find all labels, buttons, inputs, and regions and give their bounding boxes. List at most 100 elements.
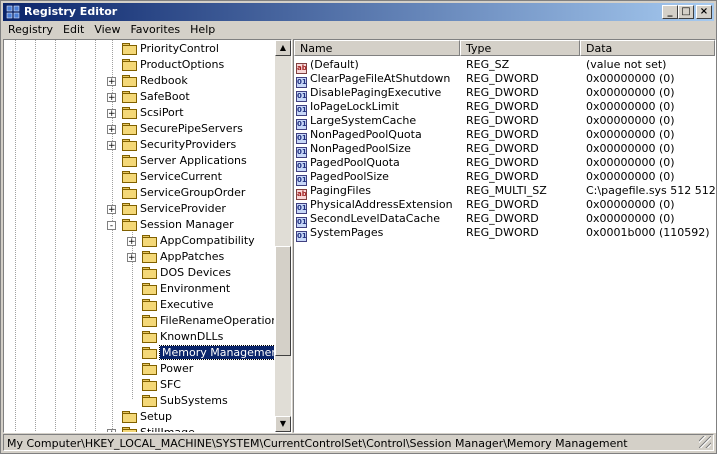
list-item[interactable]: 01 SystemPages REG_DWORD 0x0001b000 (110592… — [294, 226, 715, 242]
tree-item-setup[interactable]: Setup — [121, 409, 172, 425]
tree-item-safeboot[interactable]: SafeBoot — [121, 89, 190, 105]
value-name: PagingFiles — [310, 184, 372, 197]
menu-bar: Registry Edit View Favorites Help — [3, 21, 714, 39]
tree-item-label: ServiceCurrent — [140, 170, 222, 183]
folder-icon — [141, 378, 157, 391]
list-item[interactable]: ab (Default) REG_SZ (value not set) — [294, 58, 715, 74]
tree-item-servicecurrent[interactable]: ServiceCurrent — [121, 169, 222, 185]
resize-grip-icon[interactable] — [699, 436, 711, 448]
tree-item-dos-devices[interactable]: DOS Devices — [141, 265, 231, 281]
folder-icon — [141, 314, 157, 327]
expand-icon[interactable]: + — [107, 77, 116, 87]
expand-icon[interactable]: + — [107, 429, 116, 432]
value-type-cell: REG_DWORD — [466, 226, 539, 239]
list-item[interactable]: 01 PagedPoolSize REG_DWORD 0x00000000 (0) — [294, 170, 715, 186]
tree-item-memory-management[interactable]: Memory Management — [141, 345, 274, 361]
menu-registry[interactable]: Registry — [3, 21, 58, 39]
scroll-thumb[interactable] — [275, 246, 291, 356]
folder-icon — [121, 58, 137, 71]
folder-icon — [121, 106, 137, 119]
value-type-cell: REG_MULTI_SZ — [466, 184, 547, 197]
maximize-button[interactable]: □ — [678, 5, 694, 19]
column-header-name[interactable]: Name — [294, 40, 460, 56]
tree-item-label: FileRenameOperations — [160, 314, 274, 327]
tree-item-environment[interactable]: Environment — [141, 281, 230, 297]
column-header-data[interactable]: Data — [580, 40, 715, 56]
tree-item-servicegrouporder[interactable]: ServiceGroupOrder — [121, 185, 245, 201]
folder-icon — [141, 234, 157, 247]
folder-icon — [121, 202, 137, 215]
value-list-pane[interactable]: Name Type Data ab (Default) REG_SZ (value n… — [293, 39, 716, 433]
list-item[interactable]: 01 IoPageLockLimit REG_DWORD 0x00000000 (0) — [294, 100, 715, 116]
expand-icon[interactable]: + — [107, 205, 116, 215]
value-data-cell: C:\pagefile.sys 512 512 — [586, 184, 716, 197]
tree-item-label: DOS Devices — [160, 266, 231, 279]
menu-help[interactable]: Help — [185, 21, 220, 39]
tree-item-server-applications[interactable]: Server Applications — [121, 153, 247, 169]
expand-icon[interactable]: + — [107, 141, 116, 151]
tree-item-label: SubSystems — [160, 394, 228, 407]
tree-item-session-manager[interactable]: Session Manager — [121, 217, 234, 233]
tree-item-scsiport[interactable]: ScsiPort — [121, 105, 184, 121]
expand-icon[interactable]: + — [107, 93, 116, 103]
list-item[interactable]: 01 PhysicalAddressExtension REG_DWORD 0x000… — [294, 198, 715, 214]
expand-icon[interactable]: + — [107, 125, 116, 135]
tree-item-stillimage[interactable]: StillImage — [121, 425, 195, 432]
value-type-cell: REG_DWORD — [466, 72, 539, 85]
list-item[interactable]: 01 SecondLevelDataCache REG_DWORD 0x0000000… — [294, 212, 715, 228]
tree-item-prioritycontrol[interactable]: PriorityControl — [121, 41, 219, 57]
tree-item-label: Environment — [160, 282, 231, 295]
value-type-cell: REG_DWORD — [466, 212, 539, 225]
value-type-cell: REG_DWORD — [466, 86, 539, 99]
menu-edit[interactable]: Edit — [58, 21, 89, 39]
value-name: NonPagedPoolSize — [310, 142, 411, 155]
collapse-icon[interactable]: - — [107, 221, 116, 231]
tree-item-redbook[interactable]: Redbook — [121, 73, 188, 89]
tree-item-power[interactable]: Power — [141, 361, 193, 377]
scroll-up-button[interactable]: ▲ — [275, 40, 291, 56]
minimize-button[interactable]: _ — [662, 5, 678, 19]
menu-view[interactable]: View — [89, 21, 125, 39]
expand-icon[interactable]: + — [127, 253, 136, 263]
expand-icon[interactable]: + — [127, 237, 136, 247]
tree-item-label: PriorityControl — [140, 42, 219, 55]
list-item[interactable]: 01 DisablePagingExecutive REG_DWORD 0x00000… — [294, 86, 715, 102]
tree-item-productoptions[interactable]: ProductOptions — [121, 57, 224, 73]
tree-item-filerenameoperations[interactable]: FileRenameOperations — [141, 313, 274, 329]
tree-item-knowndlls[interactable]: KnownDLLs — [141, 329, 223, 345]
list-item[interactable]: 01 NonPagedPoolQuota REG_DWORD 0x00000000 (… — [294, 128, 715, 144]
key-tree: PriorityControl ProductOptions Redbook + Saf… — [4, 40, 274, 432]
value-name: PagedPoolQuota — [310, 156, 400, 169]
tree-item-securepipeservers[interactable]: SecurePipeServers — [121, 121, 243, 137]
value-type-cell: REG_DWORD — [466, 114, 539, 127]
folder-icon — [141, 298, 157, 311]
tree-item-serviceprovider[interactable]: ServiceProvider — [121, 201, 226, 217]
tree-item-appcompatibility[interactable]: AppCompatibility — [141, 233, 255, 249]
key-tree-pane[interactable]: PriorityControl ProductOptions Redbook + Saf… — [3, 39, 292, 433]
expand-icon[interactable]: + — [107, 109, 116, 119]
folder-icon — [141, 362, 157, 375]
tree-item-label: ScsiPort — [140, 106, 184, 119]
list-item[interactable]: ab PagingFiles REG_MULTI_SZ C:\pagefile.sys… — [294, 184, 716, 200]
tree-scrollbar[interactable]: ▲ ▼ — [275, 40, 291, 432]
column-header-type[interactable]: Type — [460, 40, 580, 56]
value-data-cell: 0x00000000 (0) — [586, 142, 675, 155]
window-title: Registry Editor — [24, 5, 118, 18]
value-data-cell: 0x00000000 (0) — [586, 170, 675, 183]
close-button[interactable]: × — [696, 5, 712, 19]
menu-favorites[interactable]: Favorites — [125, 21, 185, 39]
tree-item-label: ServiceProvider — [140, 202, 226, 215]
tree-item-securityproviders[interactable]: SecurityProviders — [121, 137, 236, 153]
tree-item-label: StillImage — [140, 426, 195, 432]
value-type-cell: REG_DWORD — [466, 100, 539, 113]
list-item[interactable]: 01 NonPagedPoolSize REG_DWORD 0x00000000 (0… — [294, 142, 715, 158]
tree-item-subsystems[interactable]: SubSystems — [141, 393, 228, 409]
tree-item-sfc[interactable]: SFC — [141, 377, 181, 393]
list-item[interactable]: 01 ClearPageFileAtShutdown REG_DWORD 0x0000… — [294, 72, 715, 88]
list-item[interactable]: 01 LargeSystemCache REG_DWORD 0x00000000 (0… — [294, 114, 715, 130]
scroll-down-button[interactable]: ▼ — [275, 416, 291, 432]
folder-icon — [141, 282, 157, 295]
list-item[interactable]: 01 PagedPoolQuota REG_DWORD 0x00000000 (0) — [294, 156, 715, 172]
tree-item-apppatches[interactable]: AppPatches — [141, 249, 224, 265]
tree-item-executive[interactable]: Executive — [141, 297, 214, 313]
